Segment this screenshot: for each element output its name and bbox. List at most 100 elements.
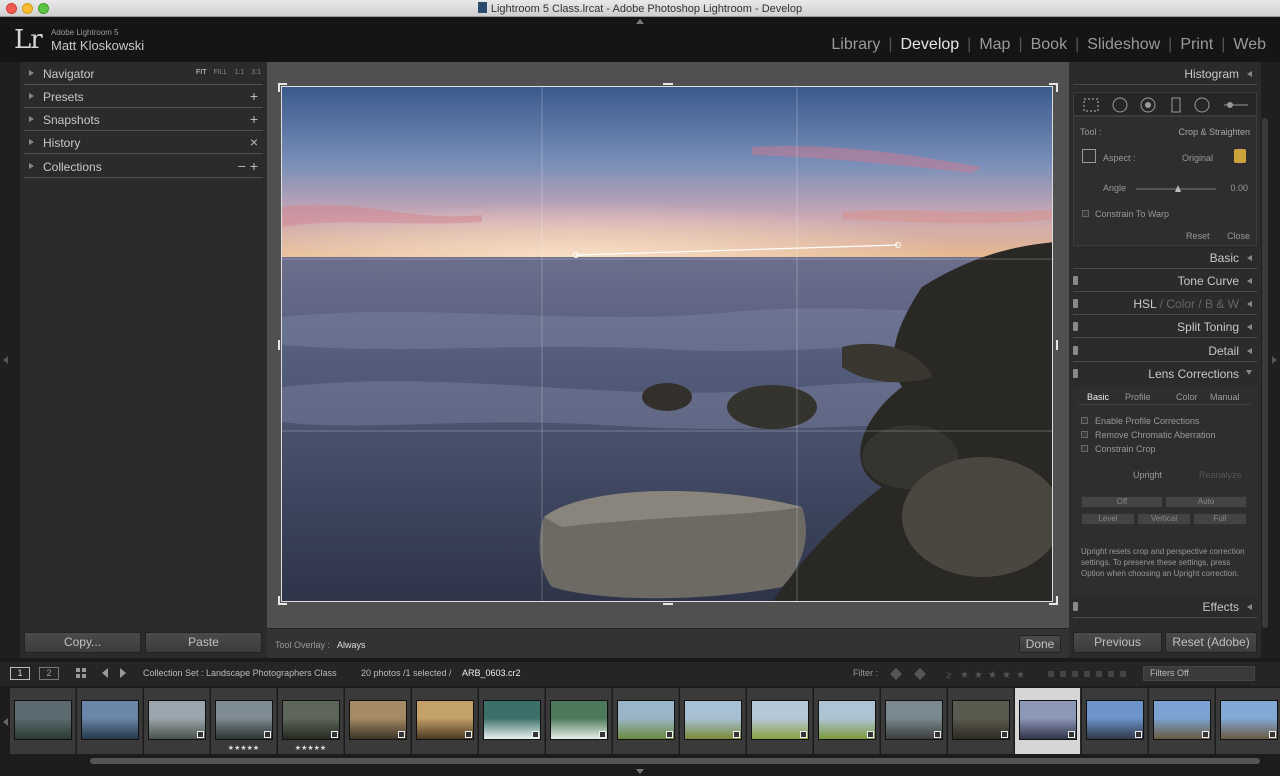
panel-switch-icon[interactable] [1073,346,1078,355]
filmstrip-thumb[interactable] [1216,688,1280,754]
constrain-crop-checkbox[interactable] [1081,445,1088,452]
filmstrip-thumb[interactable] [1149,688,1215,754]
zoom-fill[interactable]: FILL [214,69,228,76]
bw-tab[interactable]: B & W [1205,297,1239,311]
module-library[interactable]: Library [823,36,888,54]
bottom-panel-toggle-icon[interactable] [636,769,644,774]
crop-frame-icon[interactable] [1082,149,1096,163]
filmstrip-thumb[interactable]: ★★★★★ [211,688,277,754]
main-window-button[interactable]: 1 [10,667,30,680]
lens-tab-color[interactable]: Color [1176,392,1198,402]
presets-header[interactable]: Presets + [24,86,263,108]
zoom-fit[interactable]: FIT [196,69,207,76]
effects-header[interactable]: Effects [1073,596,1257,618]
basic-header[interactable]: Basic [1073,247,1257,269]
hsl-tab[interactable]: HSL [1133,297,1156,311]
filmstrip-thumb[interactable] [546,688,612,754]
constrain-warp-checkbox[interactable] [1082,210,1089,217]
reanalyze-button[interactable]: Reanalyze [1199,470,1242,480]
upright-level-button[interactable]: Level [1081,513,1135,525]
lens-tab-profile[interactable]: Profile [1125,392,1151,402]
module-develop[interactable]: Develop [892,36,967,54]
upright-vertical-button[interactable]: Vertical [1137,513,1191,525]
right-panel-scrollbar[interactable] [1262,118,1268,628]
expand-icon [29,93,34,99]
filmstrip-thumb-selected[interactable] [1015,688,1081,754]
filmstrip-scrollbar[interactable] [90,758,1260,764]
snapshots-header[interactable]: Snapshots + [24,109,263,131]
left-panel-toggle-icon[interactable] [3,356,8,364]
upright-full-button[interactable]: Full [1193,513,1247,525]
filmstrip-thumb[interactable] [77,688,143,754]
zoom-1-1[interactable]: 1:1 [235,69,245,76]
filmstrip-thumb[interactable] [814,688,880,754]
filmstrip-scroll-left-icon[interactable] [3,718,8,726]
filmstrip-thumb[interactable] [881,688,947,754]
selected-filename[interactable]: ARB_0603.cr2 [462,668,521,678]
color-tab[interactable]: Color [1166,297,1195,311]
filmstrip-thumb[interactable] [948,688,1014,754]
history-header[interactable]: History × [24,132,263,154]
detail-header[interactable]: Detail [1073,340,1257,362]
upright-off-button[interactable]: Off [1081,496,1163,508]
upright-auto-button[interactable]: Auto [1165,496,1247,508]
tool-overlay-label: Tool Overlay : [275,640,331,650]
panel-switch-icon[interactable] [1073,322,1078,331]
paste-settings-button[interactable]: Paste [145,632,262,653]
clear-history-icon[interactable]: × [250,134,258,150]
filmstrip-thumb[interactable] [412,688,478,754]
lens-tab-basic[interactable]: Basic [1087,392,1109,402]
copy-settings-button[interactable]: Copy... [24,632,141,653]
filmstrip-thumb[interactable] [680,688,746,754]
filmstrip-thumb[interactable] [10,688,76,754]
panel-switch-icon[interactable] [1073,276,1078,285]
tone-curve-header[interactable]: Tone Curve [1073,270,1257,292]
reset-adobe-button[interactable]: Reset (Adobe) [1165,632,1257,653]
panel-switch-icon[interactable] [1073,369,1078,378]
histogram-header[interactable]: Histogram [1073,63,1257,85]
aspect-select[interactable]: Original [1182,153,1213,163]
module-book[interactable]: Book [1023,36,1075,54]
right-panel-toggle-icon[interactable] [1272,356,1277,364]
zoom-3-1[interactable]: 3:1 [251,69,261,76]
module-slideshow[interactable]: Slideshow [1079,36,1168,54]
filmstrip-thumb[interactable] [479,688,545,754]
split-toning-header[interactable]: Split Toning [1073,316,1257,338]
lens-tab-manual[interactable]: Manual [1210,392,1240,402]
lock-icon[interactable] [1234,149,1246,163]
filmstrip-thumb[interactable] [613,688,679,754]
remove-ca-checkbox[interactable] [1081,431,1088,438]
filter-controls[interactable]: ≥ ★ ★ ★ ★ ★ [890,668,1140,680]
module-print[interactable]: Print [1172,36,1221,54]
lens-corrections-header[interactable]: Lens Corrections [1073,363,1257,385]
crop-reset-button[interactable]: Reset [1186,231,1210,241]
previous-button[interactable]: Previous [1073,632,1162,653]
filter-label: Filter : [853,668,879,678]
expand-icon [29,139,34,145]
collections-header[interactable]: Collections − + [24,156,263,178]
module-map[interactable]: Map [971,36,1018,54]
hsl-header[interactable]: HSL / Color / B & W [1073,293,1257,315]
top-panel-toggle-icon[interactable] [636,19,644,24]
panel-switch-icon[interactable] [1073,602,1078,611]
filmstrip-thumb[interactable] [1082,688,1148,754]
tool-overlay-select[interactable]: Always [337,640,366,650]
enable-profile-checkbox[interactable] [1081,417,1088,424]
filmstrip-thumb[interactable] [144,688,210,754]
crop-overlay[interactable] [267,62,1069,628]
collections-actions[interactable]: − + [238,158,258,174]
module-web[interactable]: Web [1225,36,1274,54]
filter-preset-select[interactable]: Filters Off [1143,666,1255,681]
done-button[interactable]: Done [1019,635,1061,653]
second-window-button[interactable]: 2 [39,667,59,680]
add-snapshot-icon[interactable]: + [250,111,258,127]
filmstrip-thumb[interactable] [747,688,813,754]
svg-text:★: ★ [1002,670,1011,680]
filmstrip-thumb[interactable]: ★★★★★ [278,688,344,754]
navigator-header[interactable]: Navigator FIT FILL 1:1 3:1 [24,63,263,85]
add-preset-icon[interactable]: + [250,88,258,104]
panel-switch-icon[interactable] [1073,299,1078,308]
filmstrip-source[interactable]: Collection Set : Landscape Photographers… [143,668,337,678]
crop-close-button[interactable]: Close [1227,231,1250,241]
filmstrip-thumb[interactable] [345,688,411,754]
